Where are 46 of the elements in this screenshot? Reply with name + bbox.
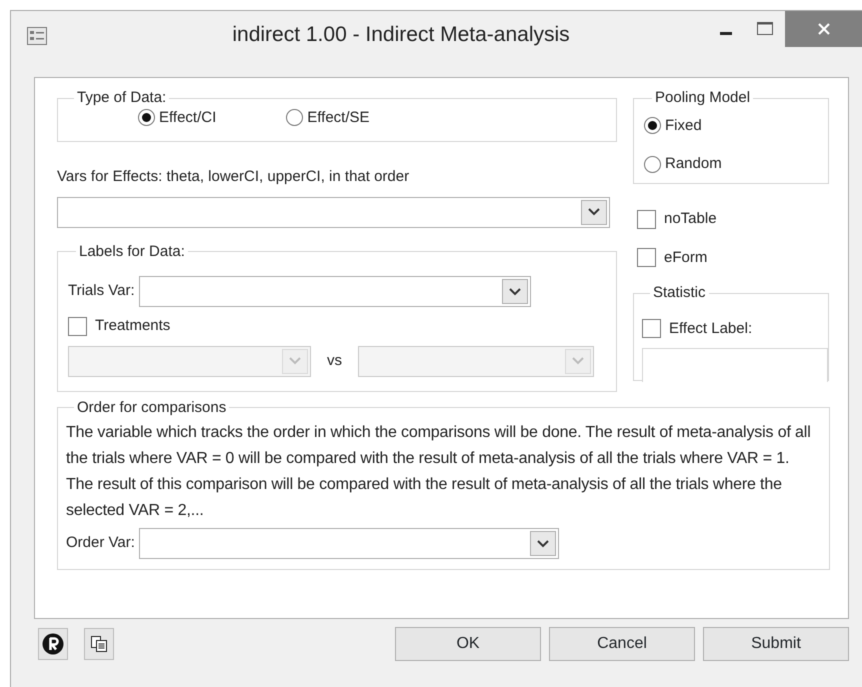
dialog-button[interactable]: Submit	[703, 627, 849, 661]
chevron-down-icon	[572, 357, 584, 365]
dropdown-arrow-button[interactable]	[502, 279, 528, 304]
copy-button[interactable]	[84, 628, 114, 660]
description-text: The variable which tracks the order in which the comparisons will be done. The result of meta-analysis of all the trials where VAR = 0 will be compared with the result of meta-analysis of all the trials where VAR = 1. The result of this comparison will be compared with the result of meta-analysis of all the trials where the selected VAR = 2,...	[66, 423, 811, 521]
field-label: Trials Var:	[68, 281, 135, 302]
copy-icon	[90, 635, 108, 653]
radio-option[interactable]: Random	[644, 153, 820, 176]
radio-option[interactable]: Effect/CI	[138, 106, 216, 129]
chevron-down-icon	[536, 540, 549, 548]
chevron-down-icon	[508, 288, 521, 296]
app-icon	[27, 27, 47, 45]
group-label: Order for comparisons	[76, 400, 228, 416]
effect-label-field[interactable]	[642, 348, 828, 382]
dialog-button[interactable]: OK	[395, 627, 541, 661]
field-label: Vars for Effects: theta, lowerCI, upperCI, in that order	[57, 168, 410, 185]
group-label: Type of Data:	[76, 90, 168, 106]
chevron-down-icon	[289, 357, 301, 365]
minimize-icon	[720, 32, 732, 36]
checkbox[interactable]	[637, 248, 656, 268]
checkbox[interactable]	[68, 316, 87, 336]
vs-label: vs	[327, 350, 342, 371]
radio-option[interactable]: Fixed	[644, 114, 820, 137]
r-logo-icon	[42, 633, 64, 655]
group-label: Pooling Model	[654, 90, 752, 106]
dialog-button[interactable]: Cancel	[549, 627, 695, 661]
dropdown-arrow-button[interactable]	[530, 531, 556, 556]
chevron-down-icon	[588, 208, 600, 216]
dropdown-field[interactable]	[138, 528, 559, 559]
checkbox[interactable]	[637, 210, 656, 229]
r-logo-button[interactable]	[38, 628, 68, 660]
group-label: Labels for Data:	[78, 244, 186, 260]
checkbox-label: noTable	[664, 209, 717, 229]
field-label: Order Var:	[66, 533, 135, 554]
radio-option[interactable]: Effect/SE	[286, 106, 370, 129]
dropdown-field[interactable]	[57, 196, 610, 228]
dropdown-arrow-button[interactable]	[581, 200, 607, 224]
close-icon	[816, 22, 830, 36]
dropdown-field[interactable]	[138, 276, 531, 307]
window-title: indirect 1.00 - Indirect Meta-analysis	[232, 23, 570, 46]
checkbox-label: Treatments	[95, 316, 170, 336]
checkbox[interactable]	[642, 319, 661, 338]
maximize-icon	[757, 22, 773, 36]
group-label: Statistic	[652, 285, 707, 302]
checkbox-label: Effect Label:	[669, 318, 752, 338]
checkbox-label: eForm	[664, 248, 708, 268]
